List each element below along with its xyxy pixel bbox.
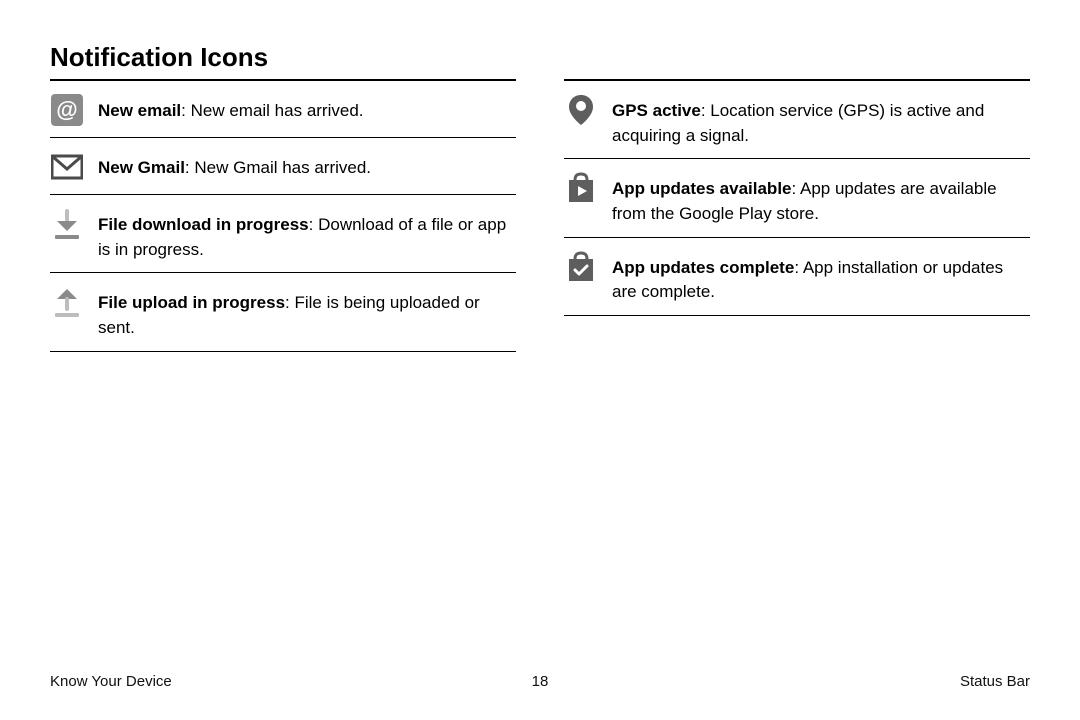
page-footer: Know Your Device 18 Status Bar [50, 673, 1030, 690]
footer-right: Status Bar [960, 673, 1030, 690]
svg-text:@: @ [56, 97, 77, 122]
item-text: File download in progress: Download of a… [98, 207, 516, 262]
footer-left: Know Your Device [50, 673, 172, 690]
item-text: App updates available: App updates are a… [612, 171, 1030, 226]
upload-icon [50, 285, 84, 319]
list-item: App updates available: App updates are a… [564, 159, 1030, 237]
section-title: Notification Icons [50, 42, 1030, 73]
shopping-bag-play-icon [564, 171, 598, 205]
left-column: @ New email: New email has arrived. New … [50, 79, 516, 352]
at-icon: @ [50, 93, 84, 127]
right-column: GPS active: Location service (GPS) is ac… [564, 79, 1030, 352]
gmail-icon [50, 150, 84, 184]
item-text: New email: New email has arrived. [98, 93, 364, 124]
location-pin-icon [564, 93, 598, 127]
list-item: File upload in progress: File is being u… [50, 273, 516, 351]
item-text: File upload in progress: File is being u… [98, 285, 516, 340]
item-text: GPS active: Location service (GPS) is ac… [612, 93, 1030, 148]
list-item: GPS active: Location service (GPS) is ac… [564, 81, 1030, 159]
list-item: File download in progress: Download of a… [50, 195, 516, 273]
item-text: App updates complete: App installation o… [612, 250, 1030, 305]
list-item: @ New email: New email has arrived. [50, 81, 516, 138]
shopping-bag-check-icon [564, 250, 598, 284]
download-icon [50, 207, 84, 241]
item-text: New Gmail: New Gmail has arrived. [98, 150, 371, 181]
list-item: App updates complete: App installation o… [564, 238, 1030, 316]
page-number: 18 [532, 673, 549, 690]
list-item: New Gmail: New Gmail has arrived. [50, 138, 516, 195]
